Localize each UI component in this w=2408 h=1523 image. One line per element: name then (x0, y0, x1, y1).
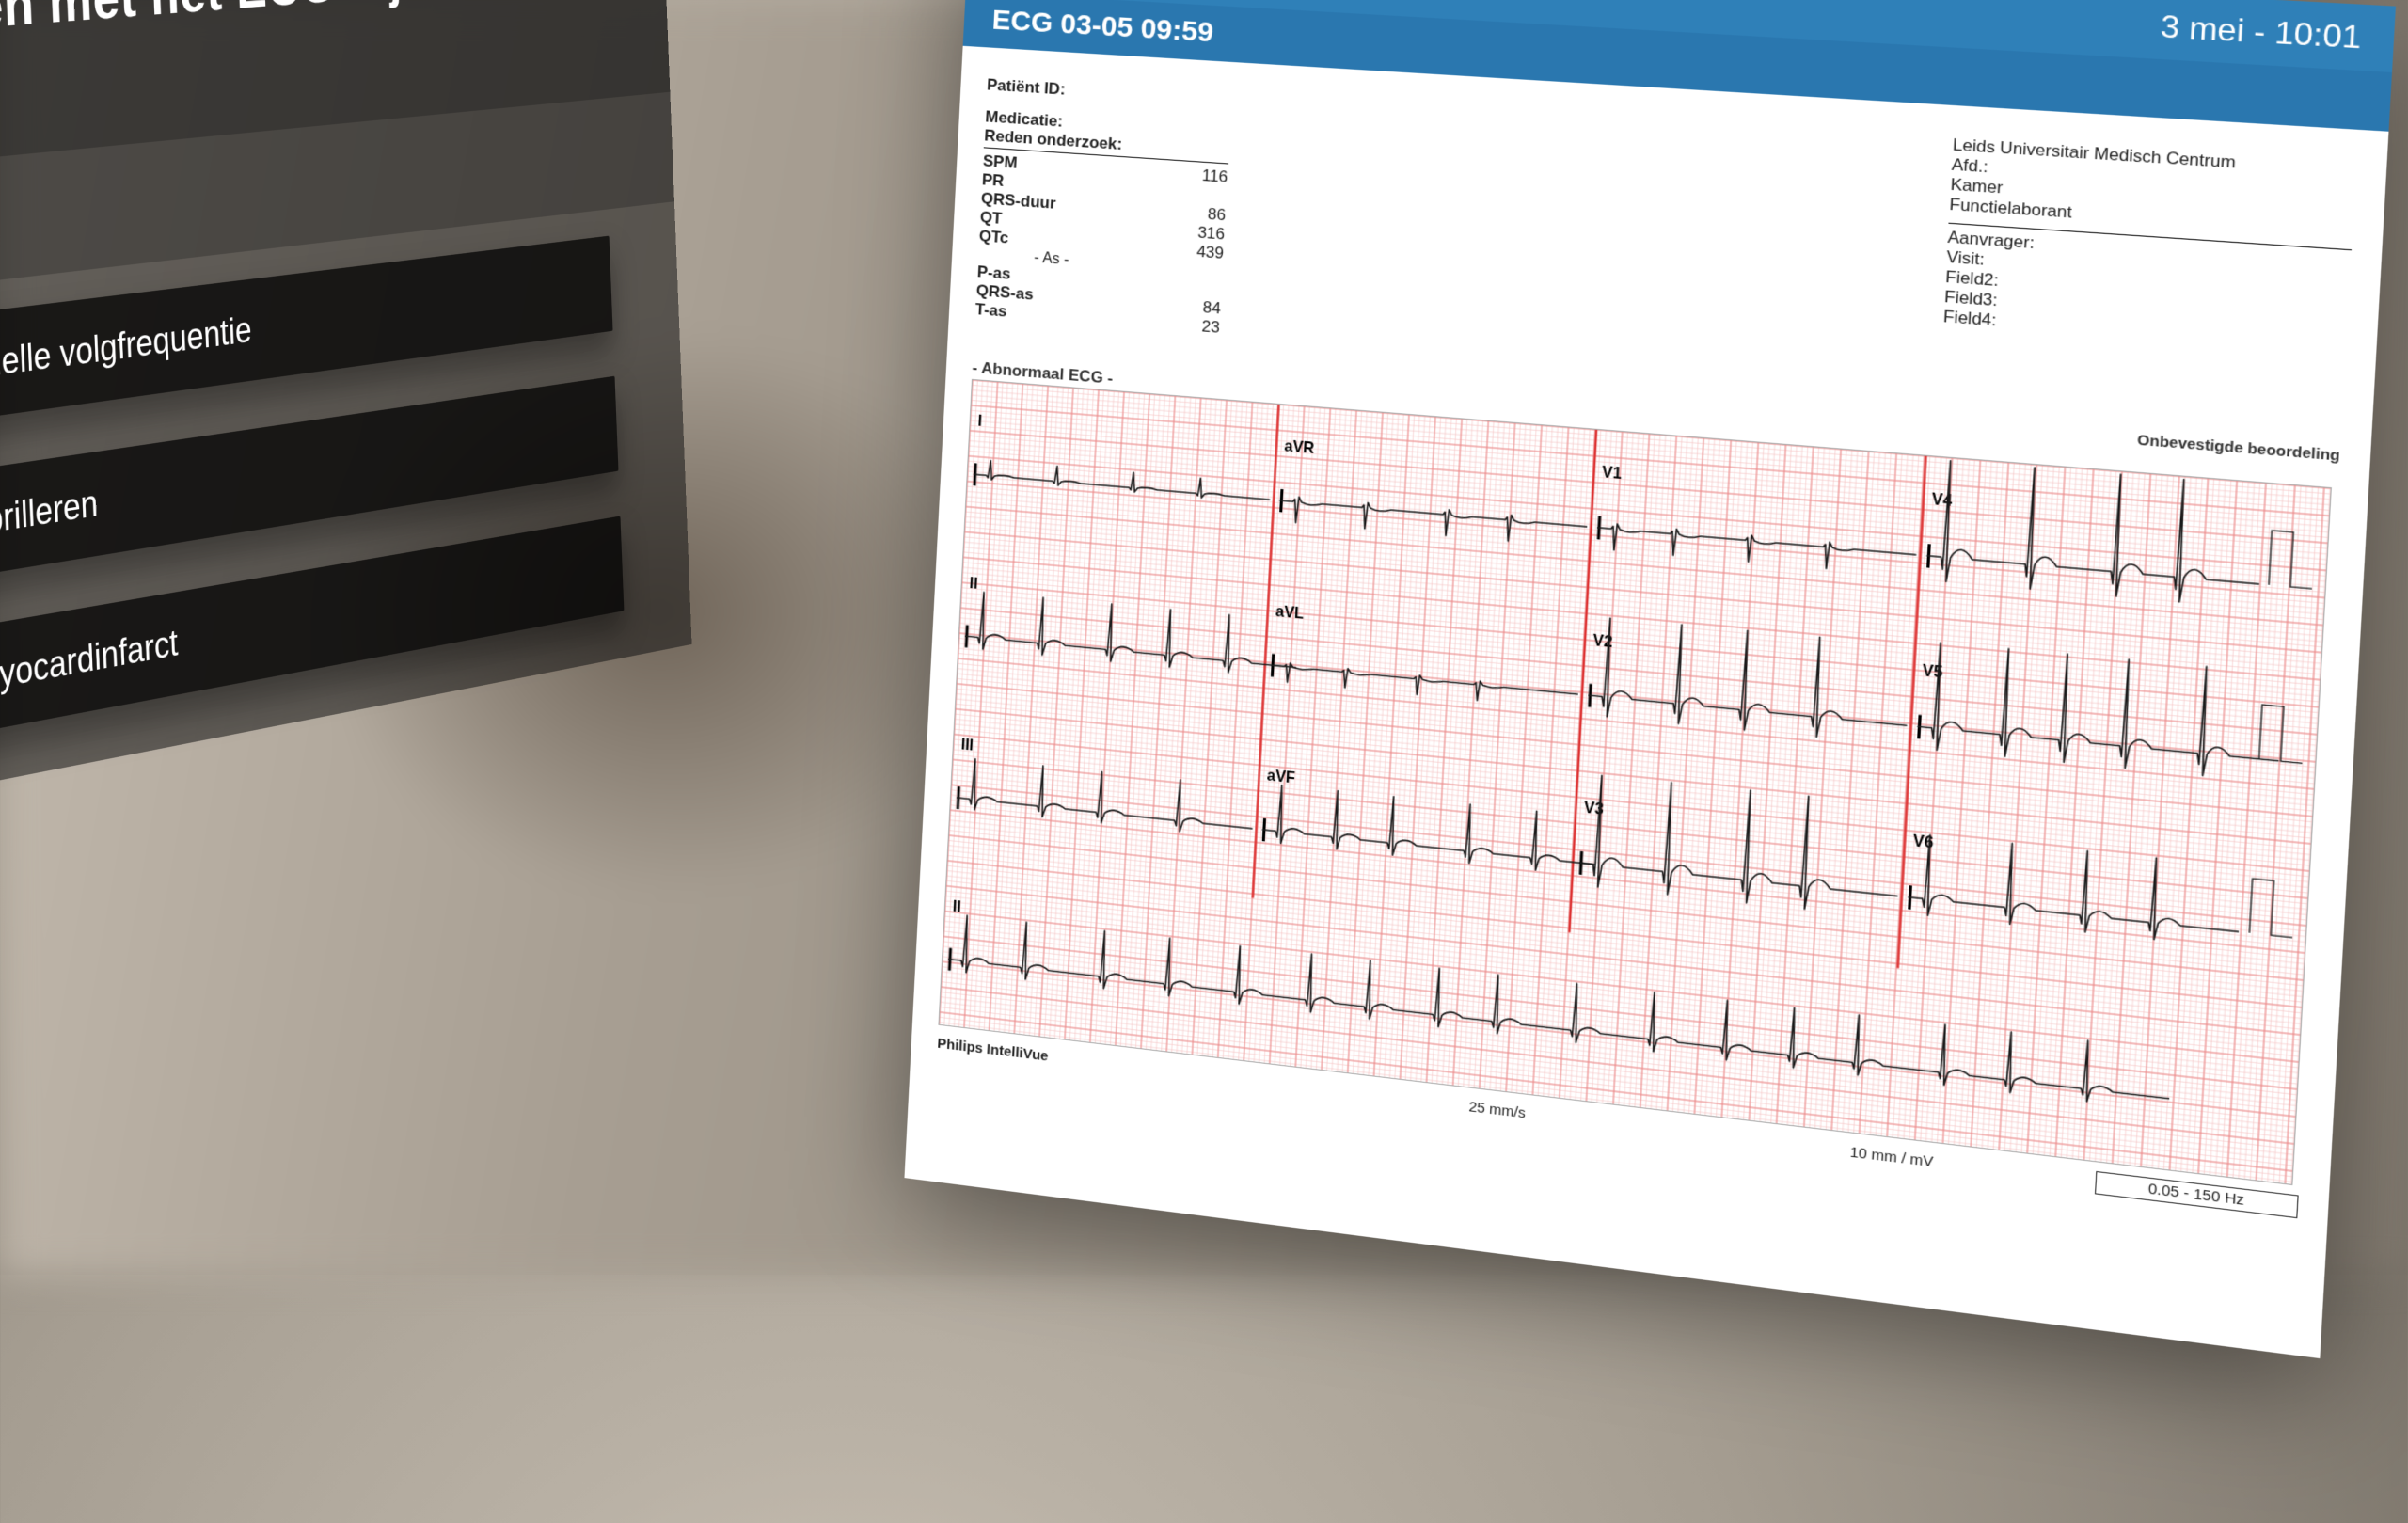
quiz-options: brilleren met snelle volgfrequentie van … (0, 202, 692, 876)
quiz-panel: en vergelijken met het ECG bij name? e b… (0, 0, 713, 1523)
svg-text:II: II (969, 576, 978, 593)
svg-text:aVF: aVF (1266, 768, 1295, 786)
svg-text:V1: V1 (1602, 465, 1623, 483)
svg-text:I: I (977, 414, 982, 430)
dossier-body: Patiënt ID: Medicatie: Reden onderzoek: … (904, 46, 2388, 1358)
svg-text:aVR: aVR (1284, 438, 1315, 457)
svg-text:III: III (960, 738, 974, 754)
dossier-timestamp: 3 mei - 10:01 (2160, 8, 2362, 56)
svg-text:II: II (952, 898, 961, 915)
meta-left-column: Patiënt ID: Medicatie: Reden onderzoek: … (974, 75, 1396, 350)
dossier-panel: Dossier 3 mei - 10:01 ECG 03-05 09:59 Pa… (899, 0, 2395, 1456)
svg-text:aVL: aVL (1275, 603, 1305, 622)
meta-right-column: Leids Universitair Medisch Centrum Afd.:… (1942, 135, 2356, 357)
quiz-question-line1: en vergelijken met het ECG bij (0, 0, 404, 64)
